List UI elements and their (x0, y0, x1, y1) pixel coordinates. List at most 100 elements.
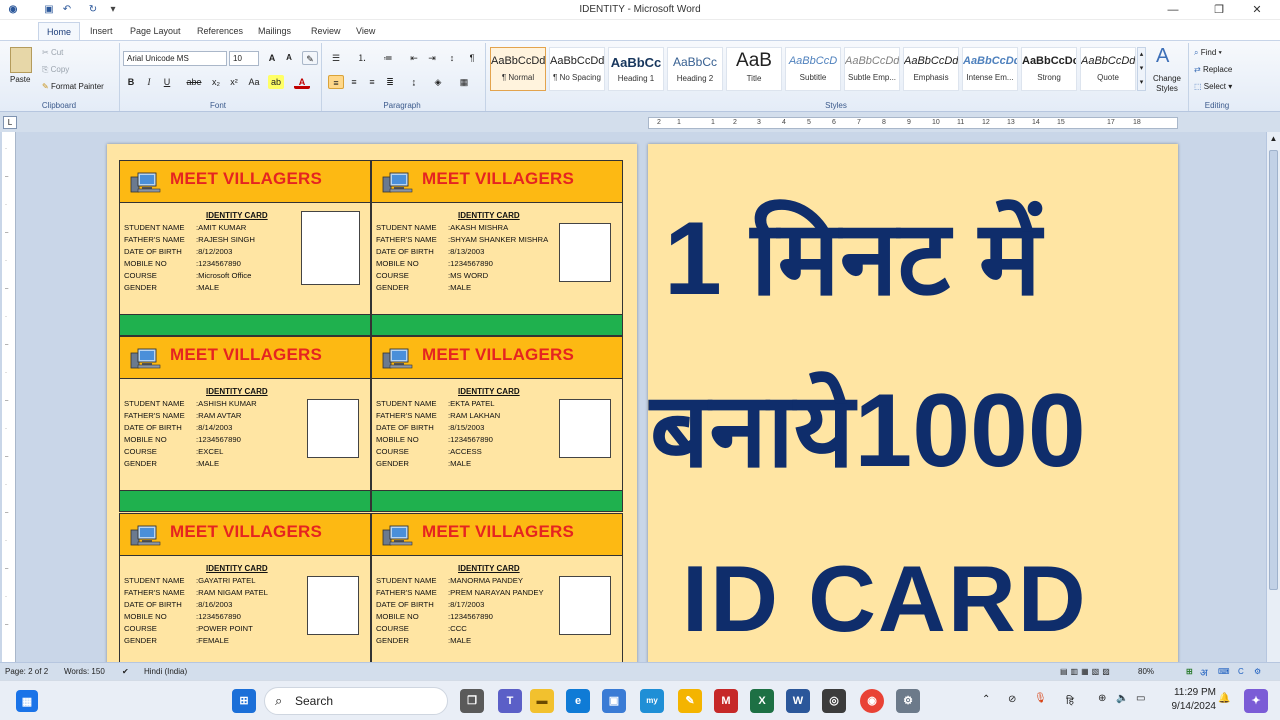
close-button[interactable]: ✕ (1234, 0, 1280, 20)
highlight-icon[interactable]: ab (268, 75, 284, 89)
horizontal-ruler[interactable]: 2 1 1 2 3 4 5 6 7 8 9 10 11 12 13 14 15 17 18 (648, 117, 1178, 129)
numbering-icon[interactable]: ⒈ (354, 51, 370, 65)
paste-button[interactable]: Paste (10, 74, 30, 85)
word-count[interactable]: Words: 150 (64, 667, 105, 676)
tab-selector-icon[interactable]: L (3, 116, 17, 129)
multilevel-list-icon[interactable]: ≔ (380, 51, 396, 65)
align-center-icon[interactable]: ≡ (346, 75, 362, 89)
scroll-up-icon[interactable]: ▲ (1268, 134, 1279, 146)
page-count[interactable]: Page: 2 of 2 (5, 667, 48, 676)
store-icon[interactable]: ▣ (602, 689, 626, 713)
view-buttons-icon[interactable]: ▤▥▦▧▨ (1060, 667, 1113, 676)
app-icon[interactable]: my (640, 689, 664, 713)
sticky-app-icon[interactable]: ✎ (678, 689, 702, 713)
grow-font-icon[interactable]: A (264, 51, 280, 65)
subscript-icon[interactable]: x₂ (208, 75, 224, 89)
settings-icon[interactable]: ⚙ (896, 689, 920, 713)
justify-icon[interactable]: ≣ (382, 75, 398, 89)
ime-icon[interactable]: ⊞ (1186, 667, 1193, 676)
tab-insert[interactable]: Insert (82, 22, 121, 40)
start-icon[interactable]: ⊞ (232, 689, 256, 713)
line-spacing-icon[interactable]: ↨ (406, 75, 422, 89)
find-button[interactable]: ⌕ Find ▾ (1194, 47, 1222, 58)
style-heading-1[interactable]: AaBbCc Heading 1 (608, 47, 664, 91)
style-strong[interactable]: AaBbCcDc Strong (1021, 47, 1077, 91)
keyboard-icon[interactable]: ⌨ (1218, 667, 1230, 676)
increase-indent-icon[interactable]: ⇥ (424, 51, 440, 65)
tab-review[interactable]: Review (303, 22, 349, 40)
change-styles-icon[interactable]: A (1156, 45, 1169, 68)
align-left-icon[interactable]: ≡ (328, 75, 344, 89)
style-subtitle[interactable]: AaBbCcD Subtitle (785, 47, 841, 91)
style-subtle-emphasis[interactable]: AaBbCcDd Subtle Emp... (844, 47, 900, 91)
format-painter-button[interactable]: ✎ Format Painter (42, 81, 104, 92)
style-no-spacing[interactable]: AaBbCcDd ¶ No Spacing (549, 47, 605, 91)
style-normal[interactable]: AaBbCcDd ¶ Normal (490, 47, 546, 91)
teams-icon[interactable]: T (498, 689, 522, 713)
zoom-level[interactable]: 80% (1138, 667, 1154, 676)
styles-scroll-icon[interactable]: ▴ ▾ ▾ (1137, 47, 1146, 91)
minimize-button[interactable]: — (1150, 0, 1196, 20)
tray-expand-icon[interactable]: ⌃ (982, 694, 990, 705)
battery-icon[interactable]: ▭ (1136, 693, 1145, 704)
tab-view[interactable]: View (348, 22, 383, 40)
obs-icon[interactable]: ◎ (822, 689, 846, 713)
replace-button[interactable]: ⇄ Replace (1194, 64, 1232, 75)
widgets-icon[interactable]: ▦ (16, 690, 38, 712)
proofing-icon[interactable]: ✔ (122, 667, 129, 676)
font-color-icon[interactable]: A (294, 75, 310, 89)
microphone-icon[interactable]: 🎙 (1034, 693, 1047, 704)
bold-icon[interactable]: B (123, 75, 139, 89)
input-language-icon[interactable]: हि (1066, 693, 1074, 707)
clock-time[interactable]: 11:29 PM (1166, 687, 1216, 698)
style-title[interactable]: AaB Title (726, 47, 782, 91)
change-styles-button[interactable]: Change Styles (1150, 74, 1184, 94)
copilot-icon[interactable]: ✦ (1244, 689, 1268, 713)
vertical-ruler[interactable]: · – · – · – · – · – · – · – · – · – (2, 132, 16, 662)
borders-icon[interactable]: ▦ (456, 75, 472, 89)
superscript-icon[interactable]: x² (226, 75, 242, 89)
cut-button[interactable]: ✂ Cut (42, 47, 63, 58)
task-view-icon[interactable]: ❐ (460, 689, 484, 713)
italic-icon[interactable]: I (141, 75, 157, 89)
change-case-icon[interactable]: Aa (246, 75, 262, 89)
style-heading-2[interactable]: AaBbCc Heading 2 (667, 47, 723, 91)
clock-date[interactable]: 9/14/2024 (1156, 701, 1217, 712)
font-family-combo[interactable]: Arial Unicode MS (123, 51, 227, 66)
strikethrough-icon[interactable]: abe (186, 75, 202, 89)
shading-icon[interactable]: ◈ (430, 75, 446, 89)
chrome-icon[interactable]: ◉ (860, 689, 884, 713)
language-indicator[interactable]: Hindi (India) (144, 667, 187, 676)
vertical-scrollbar[interactable]: ▲ (1266, 132, 1280, 662)
volume-icon[interactable]: 🔈 (1116, 693, 1128, 704)
network-off-icon[interactable]: ⊘ (1008, 694, 1016, 705)
clear-format-icon[interactable]: ✎ (302, 51, 318, 65)
font-size-combo[interactable]: 10 (229, 51, 259, 66)
paste-icon[interactable] (10, 47, 32, 73)
decrease-indent-icon[interactable]: ⇤ (406, 51, 422, 65)
underline-icon[interactable]: U (159, 75, 175, 89)
sort-icon[interactable]: ↕ (444, 51, 460, 65)
mcafee-icon[interactable]: M (714, 689, 738, 713)
excel-icon[interactable]: X (750, 689, 774, 713)
style-quote[interactable]: AaBbCcDd Quote (1080, 47, 1136, 91)
notification-bell-icon[interactable]: 🔔 (1218, 693, 1230, 704)
align-right-icon[interactable]: ≡ (364, 75, 380, 89)
style-emphasis[interactable]: AaBbCcDd Emphasis (903, 47, 959, 91)
style-intense-emphasis[interactable]: AaBbCcDd Intense Em... (962, 47, 1018, 91)
edge-icon[interactable]: e (566, 689, 590, 713)
tab-home[interactable]: Home (38, 22, 81, 40)
word-icon[interactable]: W (786, 689, 810, 713)
ime-mode-icon[interactable]: C (1238, 667, 1244, 676)
file-explorer-icon[interactable]: ▬ (530, 689, 554, 713)
shrink-font-icon[interactable]: A (281, 51, 297, 65)
ime-language[interactable]: अ (1200, 665, 1208, 679)
tab-mailings[interactable]: Mailings (250, 22, 299, 40)
show-formatting-icon[interactable]: ¶ (464, 51, 480, 65)
bullets-icon[interactable]: ☰ (328, 51, 344, 65)
select-button[interactable]: ⬚ Select ▾ (1194, 81, 1232, 92)
tab-page-layout[interactable]: Page Layout (122, 22, 189, 40)
globe-icon[interactable]: ⊕ (1098, 693, 1106, 704)
tab-references[interactable]: References (189, 22, 251, 40)
scroll-thumb[interactable] (1269, 150, 1278, 590)
